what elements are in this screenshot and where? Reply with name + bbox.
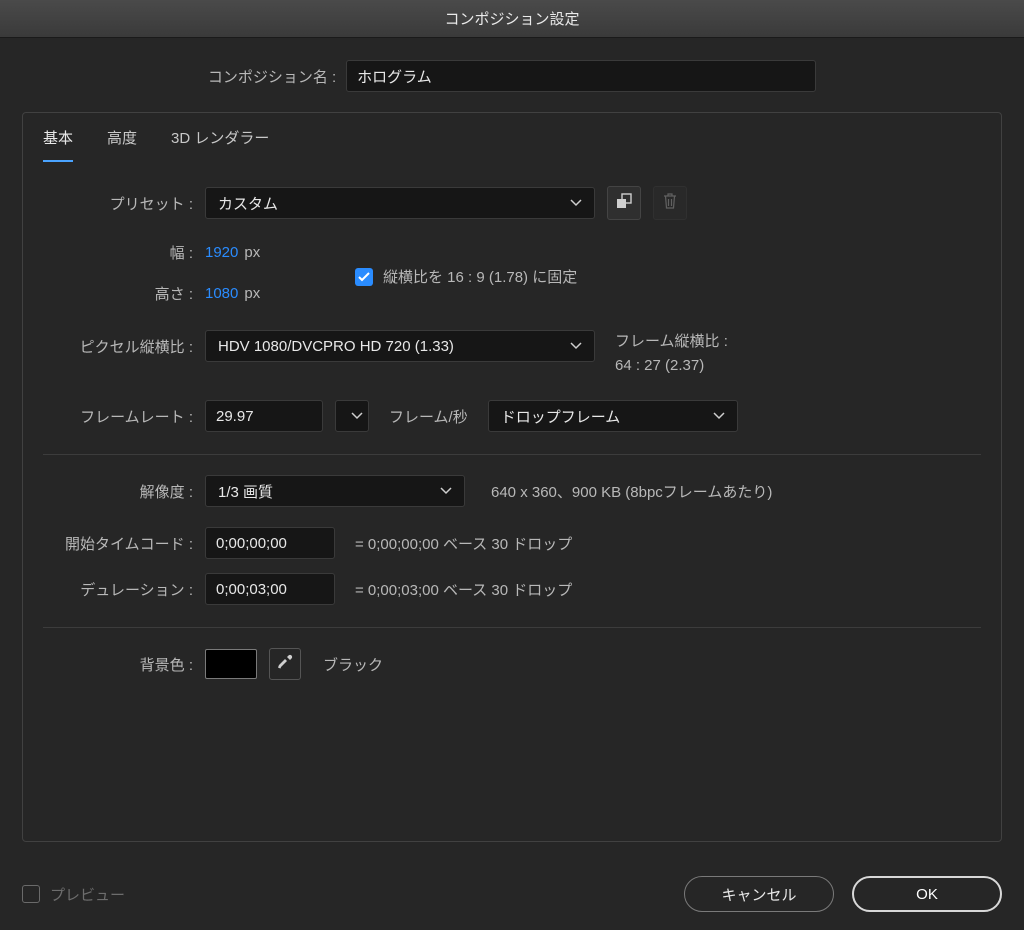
framerate-input[interactable] xyxy=(205,400,323,432)
dropframe-value: ドロップフレーム xyxy=(501,406,621,427)
separator xyxy=(43,627,981,628)
preset-value: カスタム xyxy=(218,193,278,214)
duration-label: デュレーション : xyxy=(43,579,193,600)
bgcolor-swatch[interactable] xyxy=(205,649,257,679)
dialog-title: コンポジション設定 xyxy=(444,8,579,29)
pixel-aspect-dropdown[interactable]: HDV 1080/DVCPRO HD 720 (1.33) xyxy=(205,330,595,362)
width-label: 幅 : xyxy=(43,242,193,263)
start-timecode-label: 開始タイムコード : xyxy=(43,533,193,554)
save-preset-button[interactable] xyxy=(607,186,641,220)
chevron-down-icon xyxy=(570,199,582,207)
composition-name-row: コンポジション名 : xyxy=(22,60,1002,92)
eyedropper-button[interactable] xyxy=(269,648,301,680)
composition-name-label: コンポジション名 : xyxy=(208,66,336,87)
tab-advanced[interactable]: 高度 xyxy=(107,127,137,162)
preset-dropdown[interactable]: カスタム xyxy=(205,187,595,219)
dialog-titlebar: コンポジション設定 xyxy=(0,0,1024,38)
composition-name-input[interactable] xyxy=(346,60,816,92)
bgcolor-label: 背景色 : xyxy=(43,654,193,675)
trash-icon xyxy=(663,193,677,213)
chevron-down-icon xyxy=(713,412,725,420)
lock-aspect-checkbox[interactable] xyxy=(355,268,373,286)
bgcolor-name: ブラック xyxy=(323,654,383,675)
frame-aspect-value: 64 : 27 (2.37) xyxy=(615,354,728,378)
duration-info: = 0;00;03;00 ベース 30 ドロップ xyxy=(355,579,572,600)
settings-panel: 基本 高度 3D レンダラー プリセット : カスタム xyxy=(22,112,1002,842)
height-label: 高さ : xyxy=(43,283,193,304)
cancel-button[interactable]: キャンセル xyxy=(684,876,834,912)
resolution-label: 解像度 : xyxy=(43,481,193,502)
dialog-footer: プレビュー キャンセル OK xyxy=(22,876,1002,912)
frame-aspect-label: フレーム縦横比 : xyxy=(615,330,728,354)
preset-label: プリセット : xyxy=(43,193,193,214)
preview-checkbox[interactable] xyxy=(22,885,40,903)
start-timecode-input[interactable] xyxy=(205,527,335,559)
chevron-down-icon xyxy=(570,342,582,350)
save-preset-icon xyxy=(616,193,632,213)
separator xyxy=(43,454,981,455)
tab-body-basic: プリセット : カスタム xyxy=(23,162,1001,714)
duration-input[interactable] xyxy=(205,573,335,605)
dropframe-dropdown[interactable]: ドロップフレーム xyxy=(488,400,738,432)
pixel-aspect-value: HDV 1080/DVCPRO HD 720 (1.33) xyxy=(218,338,454,355)
framerate-label: フレームレート : xyxy=(43,406,193,427)
eyedropper-icon xyxy=(276,653,294,675)
pixel-aspect-label: ピクセル縦横比 : xyxy=(43,330,193,357)
preview-label: プレビュー xyxy=(50,884,125,905)
preset-row: プリセット : カスタム xyxy=(43,186,981,220)
framerate-dropdown-toggle[interactable] xyxy=(335,400,369,432)
tabs: 基本 高度 3D レンダラー xyxy=(23,113,1001,162)
resolution-value: 1/3 画質 xyxy=(218,481,273,502)
width-value[interactable]: 1920 xyxy=(205,244,238,261)
framerate-unit-label: フレーム/秒 xyxy=(389,406,468,427)
lock-aspect-label: 縦横比を 16 : 9 (1.78) に固定 xyxy=(383,266,577,287)
ok-button[interactable]: OK xyxy=(852,876,1002,912)
chevron-down-icon xyxy=(351,412,363,420)
resolution-info: 640 x 360、900 KB (8bpcフレームあたり) xyxy=(491,481,772,502)
tab-3d-renderer[interactable]: 3D レンダラー xyxy=(171,127,269,162)
height-value[interactable]: 1080 xyxy=(205,285,238,302)
tab-basic[interactable]: 基本 xyxy=(43,127,73,162)
resolution-dropdown[interactable]: 1/3 画質 xyxy=(205,475,465,507)
start-timecode-info: = 0;00;00;00 ベース 30 ドロップ xyxy=(355,533,572,554)
width-unit: px xyxy=(244,244,260,261)
chevron-down-icon xyxy=(440,487,452,495)
height-unit: px xyxy=(244,285,260,302)
delete-preset-button xyxy=(653,186,687,220)
